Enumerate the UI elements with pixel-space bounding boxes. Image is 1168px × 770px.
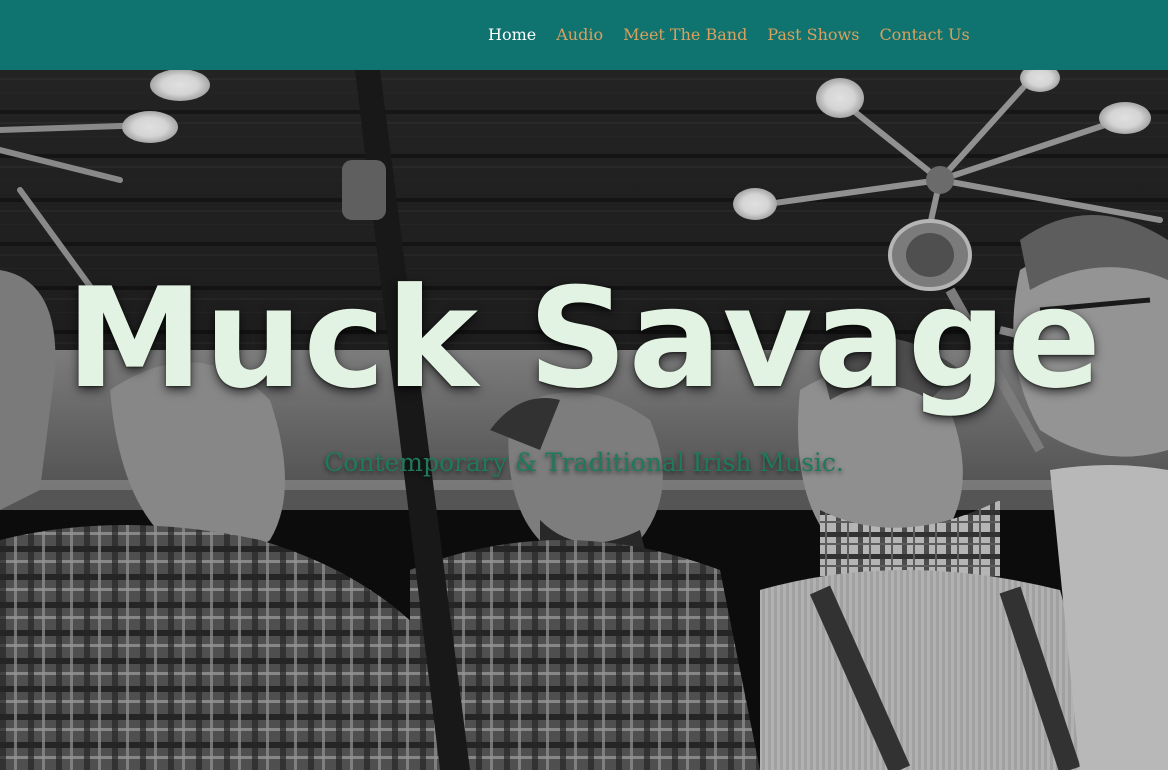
hero-title: Muck Savage — [65, 258, 1103, 419]
hero-tagline: Contemporary & Traditional Irish Music. — [324, 448, 844, 477]
main-nav: Home Audio Meet The Band Past Shows Cont… — [478, 0, 980, 70]
page: Home Audio Meet The Band Past Shows Cont… — [0, 0, 1168, 770]
band-photo — [0, 70, 1168, 770]
nav-item-home[interactable]: Home — [478, 0, 546, 70]
hero-section: Muck Savage Contemporary & Traditional I… — [0, 70, 1168, 770]
nav-item-audio[interactable]: Audio — [546, 0, 613, 70]
nav-item-contact-us[interactable]: Contact Us — [869, 0, 979, 70]
site-header: Home Audio Meet The Band Past Shows Cont… — [0, 0, 1168, 70]
nav-item-past-shows[interactable]: Past Shows — [757, 0, 869, 70]
nav-item-meet-the-band[interactable]: Meet The Band — [613, 0, 757, 70]
